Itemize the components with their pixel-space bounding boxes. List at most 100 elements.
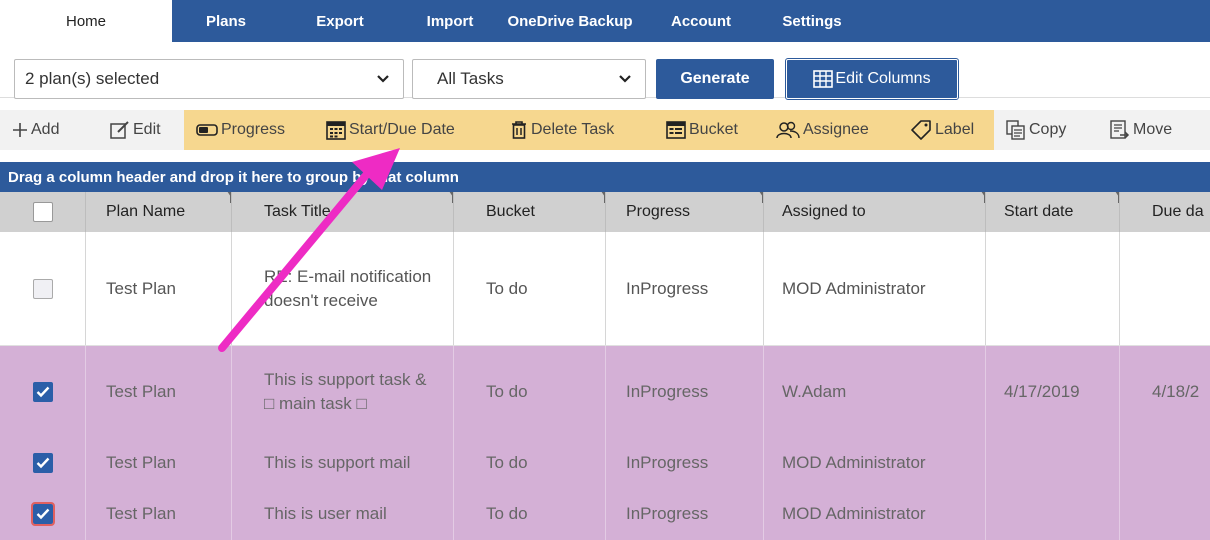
cell-plan-name: Test Plan bbox=[86, 438, 232, 488]
cell-due-date: 4/18/2 bbox=[1152, 382, 1200, 402]
delete-task-button[interactable]: Delete Task bbox=[494, 110, 650, 150]
row-checkbox[interactable] bbox=[32, 453, 53, 473]
col-header-task-title[interactable]: Task Title bbox=[232, 192, 454, 232]
copy-button[interactable]: Copy bbox=[1006, 110, 1066, 150]
col-header-label: Bucket bbox=[486, 202, 535, 220]
generate-button[interactable]: Generate bbox=[656, 59, 774, 99]
chevron-down-icon bbox=[619, 72, 631, 87]
cell-plan-name: Test Plan bbox=[86, 488, 232, 540]
group-by-drop-area[interactable]: Drag a column header and drop it here to… bbox=[0, 162, 1210, 192]
controls-row: 2 plan(s) selected All Tasks Generate Ed… bbox=[0, 42, 1210, 100]
tab-import[interactable]: Import bbox=[400, 0, 500, 42]
table-row[interactable]: Test Plan This is support task & □ main … bbox=[0, 346, 1210, 438]
cell-start-date bbox=[986, 232, 1120, 345]
cell-task-title: This is support task & □ main task □ bbox=[232, 346, 454, 438]
start-due-date-label: Start/Due Date bbox=[349, 121, 455, 138]
cell-progress: InProgress bbox=[606, 438, 764, 488]
plan-select[interactable]: 2 plan(s) selected bbox=[14, 59, 404, 99]
group-by-hint: Drag a column header and drop it here to… bbox=[8, 168, 459, 186]
col-header-label: Start date bbox=[1004, 202, 1074, 220]
move-button[interactable]: Move bbox=[1110, 110, 1172, 150]
edit-button[interactable]: Edit bbox=[110, 110, 161, 150]
edit-icon bbox=[110, 121, 130, 139]
cell-bucket: To do bbox=[454, 232, 606, 345]
trash-icon bbox=[510, 120, 528, 140]
table-row[interactable]: Test Plan This is support mail To do InP… bbox=[0, 438, 1210, 488]
tab-home[interactable]: Home bbox=[0, 0, 172, 42]
progress-icon bbox=[196, 123, 218, 137]
bucket-label: Bucket bbox=[689, 121, 738, 138]
col-header-start-date[interactable]: Start date bbox=[986, 192, 1120, 232]
assignee-button[interactable]: Assignee bbox=[764, 110, 896, 150]
select-all-checkbox[interactable] bbox=[32, 202, 53, 222]
calendar-icon bbox=[326, 120, 346, 140]
tab-account[interactable]: Account bbox=[640, 0, 762, 42]
bucket-button[interactable]: Bucket bbox=[650, 110, 764, 150]
col-header-assigned-to[interactable]: Assigned to bbox=[764, 192, 986, 232]
cell-bucket: To do bbox=[454, 488, 606, 540]
assignee-label: Assignee bbox=[803, 121, 869, 138]
add-button[interactable]: Add bbox=[12, 110, 59, 150]
add-label: Add bbox=[31, 121, 60, 138]
row-select-cell bbox=[0, 488, 86, 540]
delete-task-label: Delete Task bbox=[531, 121, 615, 138]
copy-icon bbox=[1006, 120, 1026, 140]
tab-export[interactable]: Export bbox=[280, 0, 400, 42]
tag-icon bbox=[910, 120, 932, 140]
col-header-bucket[interactable]: Bucket bbox=[454, 192, 606, 232]
task-filter-value: All Tasks bbox=[437, 69, 504, 88]
row-checkbox[interactable] bbox=[32, 278, 53, 299]
cell-assigned-to: MOD Administrator bbox=[764, 488, 986, 540]
tab-plans[interactable]: Plans bbox=[172, 0, 280, 42]
edit-columns-button[interactable]: Edit Columns bbox=[785, 58, 959, 100]
tab-settings[interactable]: Settings bbox=[762, 0, 862, 42]
cell-due-date bbox=[1120, 232, 1210, 345]
col-header-label: Due da bbox=[1152, 202, 1204, 220]
cell-plan-name: Test Plan bbox=[86, 232, 232, 345]
cell-start-date bbox=[986, 438, 1120, 488]
table-row[interactable]: Test Plan RE: E-mail notification doesn'… bbox=[0, 232, 1210, 346]
label-label: Label bbox=[935, 121, 975, 138]
cell-assigned-to: MOD Administrator bbox=[764, 232, 986, 345]
col-header-progress[interactable]: Progress bbox=[606, 192, 764, 232]
cell-bucket: To do bbox=[454, 438, 606, 488]
row-checkbox[interactable] bbox=[30, 502, 55, 526]
col-header-plan-name[interactable]: Plan Name bbox=[86, 192, 232, 232]
row-select-cell bbox=[0, 346, 86, 438]
cell-progress: InProgress bbox=[606, 232, 764, 345]
task-grid: Plan Name Task Title Bucket Progress Ass… bbox=[0, 192, 1210, 540]
cell-plan-name: Test Plan bbox=[86, 346, 232, 438]
col-header-due-date[interactable]: Due da bbox=[1120, 192, 1210, 232]
cell-start-date: 4/17/2019 bbox=[986, 346, 1120, 438]
col-header-label: Plan Name bbox=[106, 202, 186, 220]
row-select-cell bbox=[0, 232, 86, 345]
checkmark-icon bbox=[36, 508, 49, 520]
select-all-cell bbox=[0, 192, 86, 232]
move-icon bbox=[1110, 120, 1130, 140]
task-filter-select[interactable]: All Tasks bbox=[412, 59, 646, 99]
label-button[interactable]: Label bbox=[896, 110, 994, 150]
checkmark-icon bbox=[36, 386, 49, 398]
edit-columns-label: Edit Columns bbox=[835, 70, 931, 87]
edit-label: Edit bbox=[133, 121, 161, 138]
cell-due-date bbox=[1120, 438, 1210, 488]
cell-assigned-to: W.Adam bbox=[764, 346, 986, 438]
progress-button[interactable]: Progress bbox=[184, 110, 314, 150]
col-header-label: Progress bbox=[626, 202, 691, 220]
plan-select-value: 2 plan(s) selected bbox=[25, 69, 160, 88]
copy-label: Copy bbox=[1029, 121, 1067, 138]
col-header-label: Assigned to bbox=[782, 202, 866, 220]
table-row[interactable]: Test Plan This is user mail To do InProg… bbox=[0, 488, 1210, 540]
cell-bucket: To do bbox=[454, 346, 606, 438]
start-due-date-button[interactable]: Start/Due Date bbox=[314, 110, 494, 150]
tab-onedrive-backup[interactable]: OneDrive Backup bbox=[500, 0, 640, 42]
row-checkbox[interactable] bbox=[32, 382, 53, 402]
move-label: Move bbox=[1133, 121, 1173, 138]
row-select-cell bbox=[0, 438, 86, 488]
cell-task-title: This is support mail bbox=[232, 438, 454, 488]
cell-progress: InProgress bbox=[606, 346, 764, 438]
chevron-down-icon bbox=[377, 72, 389, 87]
columns-icon bbox=[813, 70, 834, 88]
cell-task-title: This is user mail bbox=[232, 488, 454, 540]
cell-due-date bbox=[1120, 488, 1210, 540]
